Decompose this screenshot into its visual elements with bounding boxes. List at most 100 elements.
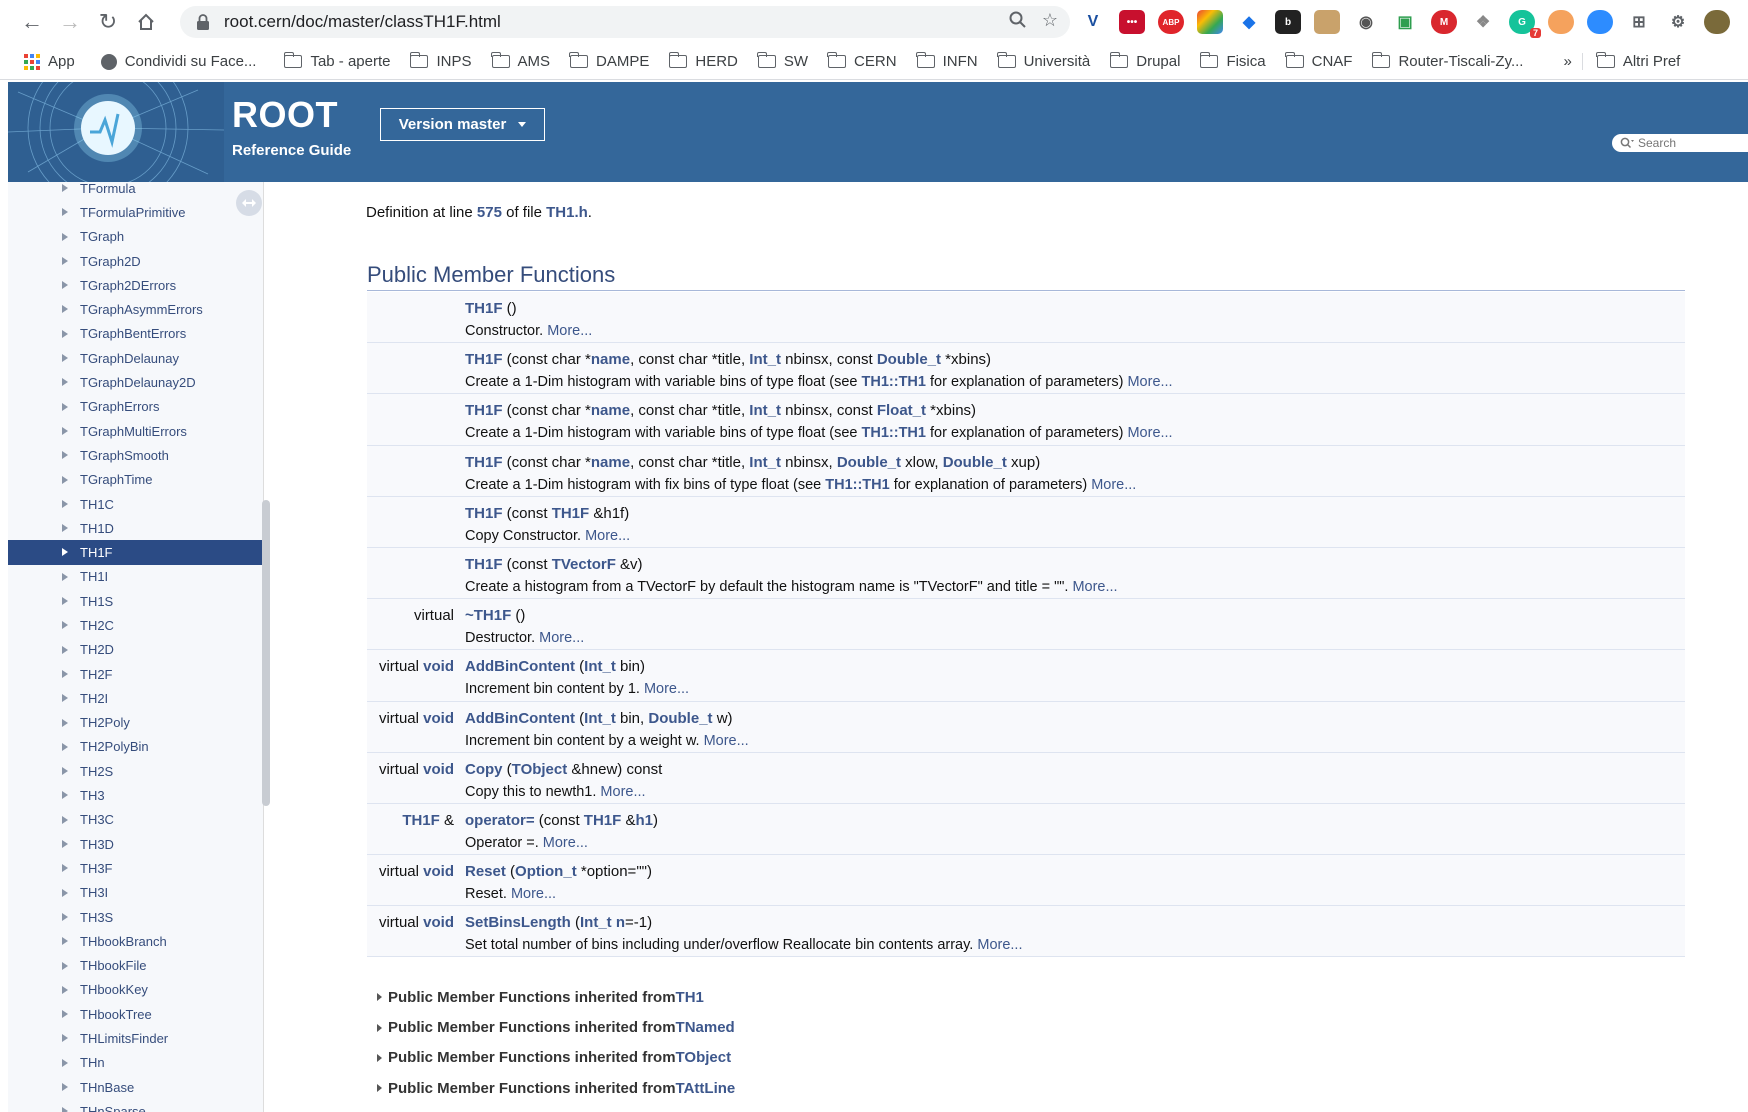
extension-box-icon[interactable]	[1314, 10, 1340, 34]
expand-triangle-icon[interactable]	[62, 864, 68, 873]
type-link[interactable]: TH1::TH1	[862, 425, 926, 441]
inherited-section-toggle[interactable]: Public Member Functions inherited from T…	[367, 1073, 1067, 1103]
extension-b-icon[interactable]: b	[1275, 10, 1301, 34]
type-link[interactable]: Double_t	[943, 454, 1007, 471]
more-link[interactable]: More...	[585, 528, 630, 544]
expand-triangle-icon[interactable]	[62, 621, 68, 630]
bookmark-folder[interactable]: Università	[988, 52, 1101, 70]
type-link[interactable]: Int_t	[584, 710, 616, 727]
sidebar-item[interactable]: TH3	[8, 783, 263, 807]
type-link[interactable]: TH1F	[465, 454, 503, 471]
sidebar-item[interactable]: TGraphSmooth	[8, 443, 263, 467]
sidebar-item[interactable]: TH2S	[8, 759, 263, 783]
more-link[interactable]: More...	[539, 630, 584, 646]
sidebar-item[interactable]: THLimitsFinder	[8, 1026, 263, 1050]
extension-lastpass-icon[interactable]: •••	[1119, 10, 1145, 34]
type-link[interactable]: TH1F	[584, 812, 622, 829]
expand-triangle-icon[interactable]	[62, 354, 68, 363]
expand-triangle-icon[interactable]	[62, 937, 68, 946]
sidebar-item[interactable]: TH3I	[8, 881, 263, 905]
sidebar-item[interactable]: TH2C	[8, 613, 263, 637]
type-link[interactable]: TH1::TH1	[825, 477, 889, 493]
type-link[interactable]: name	[591, 351, 630, 368]
search-input[interactable]	[1638, 136, 1738, 150]
collapse-triangle-icon[interactable]	[377, 1053, 382, 1062]
sidebar-item[interactable]: THbookKey	[8, 978, 263, 1002]
type-link[interactable]: AddBinContent	[465, 710, 575, 727]
bookmark-folder[interactable]: Router-Tiscali-Zy...	[1362, 52, 1533, 70]
sidebar-item[interactable]: TH2D	[8, 638, 263, 662]
extension-zoom-icon[interactable]	[1587, 10, 1613, 34]
expand-triangle-icon[interactable]	[62, 888, 68, 897]
extensions-puzzle-icon[interactable]: ⚙	[1665, 10, 1691, 34]
expand-triangle-icon[interactable]	[62, 402, 68, 411]
type-link[interactable]: Option_t	[515, 863, 577, 880]
extension-grammarly-icon[interactable]: G7	[1509, 10, 1541, 38]
sidebar-item[interactable]: TH3S	[8, 905, 263, 929]
expand-triangle-icon[interactable]	[62, 645, 68, 654]
collapse-triangle-icon[interactable]	[377, 1023, 382, 1032]
address-bar[interactable]: root.cern/doc/master/classTH1F.html ☆	[180, 6, 1070, 38]
expand-triangle-icon[interactable]	[62, 184, 68, 192]
type-link[interactable]: Copy	[465, 761, 503, 778]
type-link[interactable]: h1	[635, 812, 653, 829]
extension-circle-icon[interactable]	[1548, 10, 1574, 34]
definition-line-link[interactable]: 575	[477, 204, 502, 221]
expand-triangle-icon[interactable]	[62, 791, 68, 800]
more-link[interactable]: More...	[1127, 425, 1172, 441]
type-link[interactable]: TH1F	[465, 505, 503, 522]
more-link[interactable]: More...	[1072, 579, 1117, 595]
type-link[interactable]: TH1F	[465, 556, 503, 573]
bookmark-folder[interactable]: CERN	[818, 52, 907, 70]
collapse-triangle-icon[interactable]	[377, 1084, 382, 1093]
inherited-section-toggle[interactable]: Public Member Functions inherited from T…	[367, 982, 1067, 1012]
extension-mega-icon[interactable]: M	[1431, 10, 1457, 34]
expand-triangle-icon[interactable]	[62, 669, 68, 678]
type-link[interactable]: Int_t	[749, 402, 781, 419]
back-icon[interactable]: ←	[14, 4, 50, 40]
expand-triangle-icon[interactable]	[62, 232, 68, 241]
more-link[interactable]: More...	[644, 681, 689, 697]
expand-triangle-icon[interactable]	[62, 961, 68, 970]
sidebar-item[interactable]: TGraphDelaunay2D	[8, 370, 263, 394]
sidebar-item[interactable]: TGraph2DErrors	[8, 273, 263, 297]
sidebar-item[interactable]: TGraphAsymmErrors	[8, 297, 263, 321]
expand-triangle-icon[interactable]	[62, 426, 68, 435]
bookmark-folder[interactable]: Tab - aperte	[266, 52, 400, 70]
expand-triangle-icon[interactable]	[62, 475, 68, 484]
inherited-class-link[interactable]: TAttLine	[676, 1080, 736, 1097]
bookmark-folder[interactable]: INPS	[400, 52, 481, 70]
sidebar-item[interactable]: THbookTree	[8, 1002, 263, 1026]
bookmark-other[interactable]: Altri Pref	[1581, 52, 1691, 70]
expand-triangle-icon[interactable]	[62, 815, 68, 824]
more-bookmarks-button[interactable]: »	[1553, 53, 1581, 70]
type-link[interactable]: TH1::TH1	[862, 374, 926, 390]
more-link[interactable]: More...	[1091, 477, 1136, 493]
type-link[interactable]: Double_t	[648, 710, 712, 727]
extension-doc-icon[interactable]: ▣	[1392, 10, 1418, 34]
type-link[interactable]: n	[616, 914, 625, 931]
expand-triangle-icon[interactable]	[62, 1058, 68, 1067]
more-link[interactable]: More...	[1127, 374, 1172, 390]
type-link[interactable]: TH1F	[552, 505, 590, 522]
home-icon[interactable]	[128, 4, 164, 40]
sidebar-item[interactable]: TH2I	[8, 686, 263, 710]
extension-grid-icon[interactable]: ⊞	[1626, 10, 1652, 34]
more-link[interactable]: More...	[600, 784, 645, 800]
expand-triangle-icon[interactable]	[62, 840, 68, 849]
inherited-section-toggle[interactable]: Public Member Functions inherited from T…	[367, 1012, 1067, 1042]
collapse-triangle-icon[interactable]	[377, 993, 382, 1002]
type-link[interactable]: Int_t	[580, 914, 612, 931]
expand-triangle-icon[interactable]	[62, 694, 68, 703]
bookmark-folder[interactable]: CNAF	[1276, 52, 1363, 70]
extension-diamond-icon[interactable]: ◆	[1236, 10, 1262, 34]
sidebar-item[interactable]: TGraph2D	[8, 249, 263, 273]
expand-triangle-icon[interactable]	[62, 281, 68, 290]
bookmark-folder[interactable]: AMS	[482, 52, 561, 70]
sidebar-item[interactable]: THn	[8, 1051, 263, 1075]
inherited-section-toggle[interactable]: Public Member Functions inherited from T…	[367, 1104, 1067, 1112]
type-link[interactable]: Int_t	[749, 454, 781, 471]
sync-toggle-button[interactable]	[236, 190, 262, 216]
expand-triangle-icon[interactable]	[62, 305, 68, 314]
expand-triangle-icon[interactable]	[62, 597, 68, 606]
